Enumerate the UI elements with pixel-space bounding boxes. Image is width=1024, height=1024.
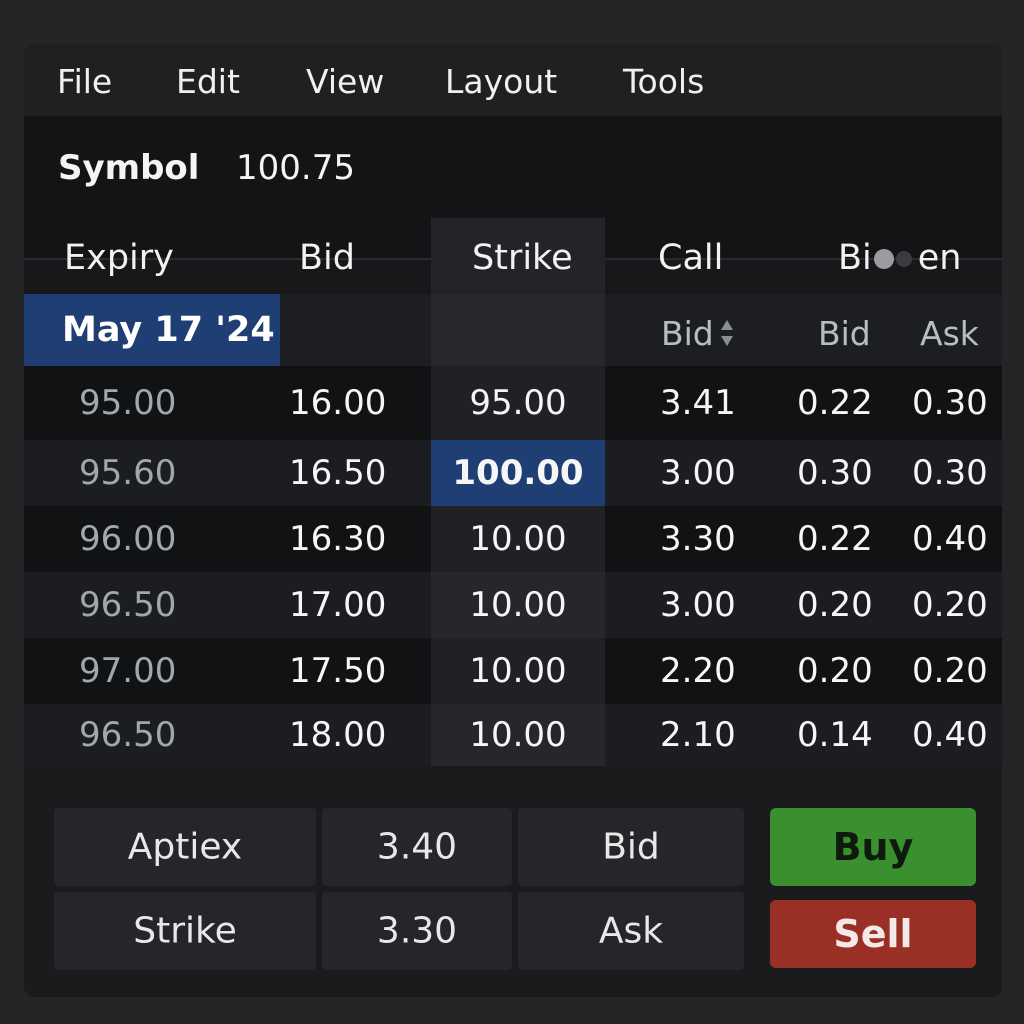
- cell-bid[interactable]: 16.00: [289, 383, 386, 423]
- order-value-box-2[interactable]: 3.30: [322, 892, 512, 970]
- cell-ask[interactable]: 0.40: [912, 715, 988, 755]
- subheader-bid[interactable]: Bid: [818, 314, 871, 353]
- header-extra-prefix: Bi: [838, 238, 872, 278]
- cell-ask[interactable]: 0.40: [912, 519, 988, 559]
- cell-ask[interactable]: 0.30: [912, 383, 988, 423]
- order-panel: Aptiex 3.40 Bid Strike 3.30 Ask Buy Sell: [24, 766, 1002, 997]
- sell-button-label: Sell: [833, 912, 913, 956]
- subheader-strike-cell: [431, 294, 605, 366]
- menu-file[interactable]: File: [57, 62, 112, 101]
- header-extra-suffix: en: [917, 238, 962, 278]
- dots-icon: [872, 247, 918, 271]
- header-expiry[interactable]: Expiry: [64, 238, 174, 278]
- cell-bid2[interactable]: 0.14: [797, 715, 873, 755]
- cell-strike[interactable]: 95.00: [431, 383, 605, 423]
- cell-bid2[interactable]: 0.22: [797, 519, 873, 559]
- cell-ask[interactable]: 0.30: [912, 453, 988, 493]
- sort-arrows-icon[interactable]: [720, 318, 734, 348]
- cell-expiry[interactable]: 96.00: [79, 519, 176, 559]
- order-side-2: Ask: [598, 910, 664, 952]
- cell-call-bid[interactable]: 3.30: [660, 519, 736, 559]
- header-strike[interactable]: Strike: [472, 238, 573, 278]
- order-side-box-1[interactable]: Bid: [518, 808, 744, 886]
- symbol-label: Symbol: [58, 148, 200, 188]
- header-bid[interactable]: Bid: [299, 238, 355, 278]
- buy-button-label: Buy: [832, 825, 914, 869]
- symbol-price[interactable]: 100.75: [236, 148, 355, 188]
- cell-call-bid[interactable]: 2.20: [660, 651, 736, 691]
- menu-view[interactable]: View: [306, 62, 384, 101]
- cell-ask[interactable]: 0.20: [912, 651, 988, 691]
- cell-call-bid[interactable]: 2.10: [660, 715, 736, 755]
- cell-strike[interactable]: 10.00: [431, 715, 605, 755]
- table-row[interactable]: 96.00 16.30 10.00 3.30 0.22 0.40: [24, 506, 1002, 572]
- options-window: File Edit View Layout Tools Symbol 100.7…: [24, 44, 1002, 997]
- cell-call-bid[interactable]: 3.00: [660, 453, 736, 493]
- table-row[interactable]: 95.00 16.00 95.00 3.41 0.22 0.30: [24, 366, 1002, 440]
- table-row[interactable]: 96.50 18.00 10.00 2.10 0.14 0.40: [24, 704, 1002, 766]
- cell-bid2[interactable]: 0.30: [797, 453, 873, 493]
- buy-button[interactable]: Buy: [770, 808, 976, 886]
- cell-bid[interactable]: 16.50: [289, 453, 386, 493]
- cell-expiry[interactable]: 95.60: [79, 453, 176, 493]
- cell-bid[interactable]: 16.30: [289, 519, 386, 559]
- order-value-1: 3.40: [376, 826, 458, 868]
- cell-bid2[interactable]: 0.22: [797, 383, 873, 423]
- cell-call-bid[interactable]: 3.00: [660, 585, 736, 625]
- cell-expiry[interactable]: 96.50: [79, 585, 176, 625]
- order-value-2: 3.30: [376, 910, 458, 952]
- cell-bid2[interactable]: 0.20: [797, 585, 873, 625]
- dot-light: [873, 249, 894, 269]
- cell-bid[interactable]: 17.00: [289, 585, 386, 625]
- menu-edit[interactable]: Edit: [176, 62, 240, 101]
- cell-bid[interactable]: 17.50: [289, 651, 386, 691]
- order-label-box-1: Aptiex: [54, 808, 316, 886]
- menu-bar: File Edit View Layout Tools: [24, 44, 1002, 116]
- table-row[interactable]: 97.00 17.50 10.00 2.20 0.20 0.20: [24, 638, 1002, 704]
- cell-strike[interactable]: 10.00: [431, 519, 605, 559]
- subheader-ask[interactable]: Ask: [920, 314, 979, 353]
- menu-layout[interactable]: Layout: [445, 62, 557, 101]
- cell-bid2[interactable]: 0.20: [797, 651, 873, 691]
- cell-strike[interactable]: 10.00: [431, 585, 605, 625]
- order-side-box-2[interactable]: Ask: [518, 892, 744, 970]
- order-side-1: Bid: [602, 826, 660, 868]
- table-row[interactable]: 96.50 17.00 10.00 3.00 0.20 0.20: [24, 572, 1002, 638]
- cell-strike[interactable]: 10.00: [431, 651, 605, 691]
- table-row[interactable]: 95.60 16.50 100.00 3.00 0.30 0.30: [24, 440, 1002, 506]
- order-value-box-1[interactable]: 3.40: [322, 808, 512, 886]
- cell-expiry[interactable]: 95.00: [79, 383, 176, 423]
- option-chain-table: Expiry Bid Strike Call Bi en May 17 '24 …: [24, 218, 1002, 766]
- cell-bid[interactable]: 18.00: [289, 715, 386, 755]
- order-label-1: Aptiex: [127, 826, 243, 868]
- order-label-box-2: Strike: [54, 892, 316, 970]
- header-extra[interactable]: Bi en: [838, 238, 961, 278]
- menu-tools[interactable]: Tools: [623, 62, 704, 101]
- expiry-selector[interactable]: May 17 '24: [24, 294, 280, 366]
- header-call[interactable]: Call: [658, 238, 723, 278]
- cell-call-bid[interactable]: 3.41: [660, 383, 736, 423]
- subheader-call-bid[interactable]: Bid: [661, 314, 714, 353]
- cell-expiry[interactable]: 97.00: [79, 651, 176, 691]
- cell-expiry[interactable]: 96.50: [79, 715, 176, 755]
- cell-ask[interactable]: 0.20: [912, 585, 988, 625]
- sell-button[interactable]: Sell: [770, 900, 976, 968]
- expiry-selected-label: May 17 '24: [62, 310, 275, 350]
- order-label-2: Strike: [133, 910, 237, 952]
- cell-strike[interactable]: 100.00: [431, 453, 605, 493]
- dot-dark: [895, 251, 912, 267]
